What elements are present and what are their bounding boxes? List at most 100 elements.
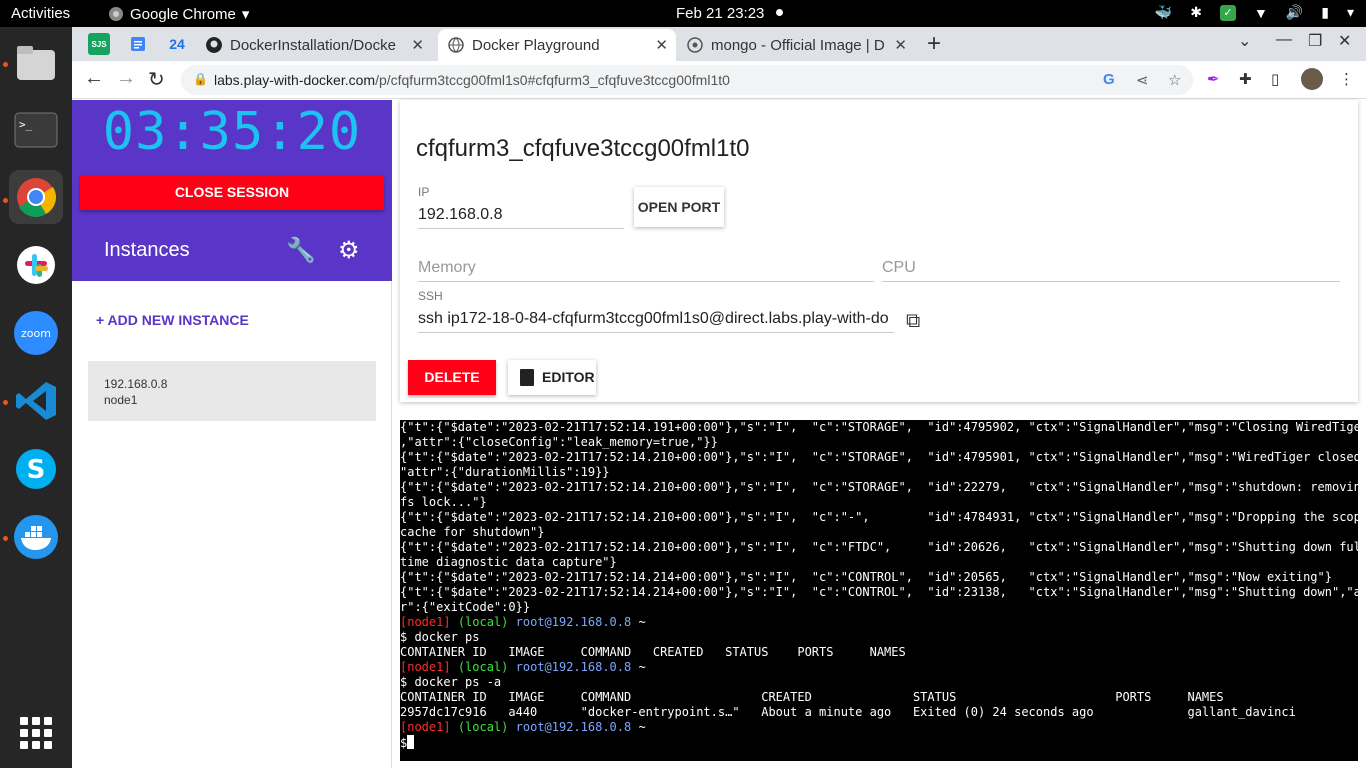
pinned-tab-docs[interactable] [127, 33, 149, 55]
playground-page: 03:35:20 CLOSE SESSION Instances 🔧 ⚙ + A… [72, 100, 1366, 768]
docker-app-icon[interactable] [9, 510, 63, 564]
star-icon[interactable]: ☆ [1168, 71, 1181, 89]
terminal-line: fs lock..."} [400, 495, 487, 509]
terminal-line: {"t":{"$date":"2023-02-21T17:52:14.191+0… [400, 420, 1358, 434]
close-session-button[interactable]: CLOSE SESSION [80, 175, 384, 210]
side-panel-icon[interactable]: ▯ [1271, 70, 1279, 88]
terminal-line: {"t":{"$date":"2023-02-21T17:52:14.210+0… [400, 450, 1358, 464]
address-bar[interactable]: 🔒 labs.play-with-docker.com/p/cfqfurm3tc… [181, 65, 1193, 95]
editor-label: EDITOR [542, 369, 595, 385]
menu-icon[interactable]: ⋮ [1339, 70, 1354, 88]
running-indicator [3, 198, 8, 203]
running-indicator [3, 62, 8, 67]
editor-button[interactable]: EDITOR [508, 360, 596, 395]
instance-ip: 192.168.0.8 [104, 377, 168, 391]
ip-label: IP [418, 185, 430, 199]
ssh-field[interactable]: ssh ip172-18-0-84-cfqfurm3tccg00fml1s0@d… [418, 310, 894, 333]
ssh-label: SSH [418, 289, 443, 303]
terminal-prompt: [node1] (local) root@192.168.0.8 ~ [400, 660, 646, 674]
minimize-icon[interactable]: — [1276, 31, 1292, 49]
close-tab-icon[interactable]: ✕ [655, 36, 668, 54]
vscode-app-icon[interactable] [9, 374, 63, 428]
app-menu[interactable]: Google Chrome ▾ [108, 5, 249, 23]
memory-field: Memory [418, 259, 874, 282]
close-tab-icon[interactable]: ✕ [411, 36, 424, 54]
notification-dot [776, 9, 783, 16]
tab-docker-playground[interactable]: Docker Playground ✕ [438, 29, 676, 61]
chrome-window: SJS 24 DockerInstallation/Docke ✕ Docker… [72, 27, 1366, 768]
feather-extension-icon[interactable]: ✒ [1207, 70, 1220, 88]
terminal-line: "attr":{"durationMillis":19}} [400, 465, 610, 479]
pinned-tab-sjs[interactable]: SJS [88, 33, 110, 55]
terminal-cursor [407, 735, 415, 749]
delete-button[interactable]: DELETE [408, 360, 496, 395]
files-app-icon[interactable] [9, 36, 63, 90]
power-menu-icon[interactable]: ▾ [1347, 4, 1354, 21]
new-tab-icon[interactable]: + [927, 30, 941, 58]
github-icon [206, 37, 222, 53]
zoom-app-icon[interactable]: zoom [9, 306, 63, 360]
terminal-app-icon[interactable]: >_ [9, 103, 63, 157]
instance-title: cfqfurm3_cfqfuve3tccg00fml1t0 [416, 135, 750, 162]
forward-icon[interactable]: → [116, 67, 136, 90]
docker-hub-icon [687, 37, 703, 53]
show-applications-icon[interactable] [20, 717, 52, 749]
activities-button[interactable]: Activities [11, 5, 70, 22]
app-menu-label: Google Chrome [130, 5, 236, 23]
reload-icon[interactable]: ↻ [148, 67, 165, 92]
sidebar: 03:35:20 CLOSE SESSION Instances 🔧 ⚙ + A… [72, 100, 392, 768]
tab-title: Docker Playground [472, 36, 600, 54]
extensions-icon[interactable]: ✚ [1239, 70, 1252, 88]
terminal-line: {"t":{"$date":"2023-02-21T17:52:14.210+0… [400, 540, 1358, 554]
terminal-line: {"t":{"$date":"2023-02-21T17:52:14.214+0… [400, 570, 1332, 584]
chrome-app-icon[interactable] [9, 170, 63, 224]
chrome-small-icon [109, 7, 123, 21]
copy-icon[interactable]: ⧉ [906, 310, 920, 333]
docker-tray-icon[interactable]: 🐳 [1155, 4, 1172, 21]
ip-field[interactable]: 192.168.0.8 [418, 206, 624, 229]
back-icon[interactable]: ← [84, 67, 104, 90]
browser-toolbar: ← → ↻ 🔒 labs.play-with-docker.com/p/cfqf… [72, 61, 1366, 99]
running-indicator [3, 400, 8, 405]
skype-app-icon[interactable]: S [9, 442, 63, 496]
google-icon[interactable]: G [1103, 71, 1115, 88]
caret-down-icon: ▾ [241, 6, 250, 23]
open-port-button[interactable]: OPEN PORT [634, 187, 724, 227]
terminal-prompt: [node1] (local) root@192.168.0.8 ~ [400, 615, 646, 629]
svg-text:>_: >_ [19, 118, 33, 131]
battery-icon[interactable]: ▮ [1321, 4, 1329, 21]
terminal-prompt: [node1] (local) root@192.168.0.8 ~ [400, 720, 646, 734]
wifi-icon[interactable]: ▼ [1254, 5, 1268, 21]
tab-search-icon[interactable]: ⌄ [1238, 31, 1251, 51]
sidebar-header: 03:35:20 CLOSE SESSION Instances 🔧 ⚙ [72, 100, 392, 281]
terminal-command: $ docker ps -a [400, 675, 502, 689]
tab-strip: SJS 24 DockerInstallation/Docke ✕ Docker… [72, 27, 1366, 61]
add-new-instance-button[interactable]: + ADD NEW INSTANCE [96, 312, 249, 328]
close-tab-icon[interactable]: ✕ [894, 36, 907, 54]
volume-icon[interactable]: 🔊 [1286, 4, 1303, 21]
slack-tray-icon[interactable]: ✱ [1190, 4, 1202, 21]
tab-docker-installation[interactable]: DockerInstallation/Docke ✕ [196, 29, 432, 61]
close-window-icon[interactable]: ✕ [1338, 31, 1351, 51]
profile-avatar[interactable] [1301, 68, 1323, 90]
clock[interactable]: Feb 21 23:23 [676, 5, 764, 22]
slack-app-icon[interactable] [9, 238, 63, 292]
svg-text:S: S [27, 455, 46, 485]
tab-title: DockerInstallation/Docke [230, 36, 396, 54]
wrench-icon[interactable]: 🔧 [286, 236, 316, 265]
terminal-line: {"t":{"$date":"2023-02-21T17:52:14.214+0… [400, 585, 1358, 599]
instance-item-node1[interactable]: 192.168.0.8 node1 [88, 361, 376, 421]
pinned-tab-24[interactable]: 24 [166, 33, 188, 55]
running-indicator [3, 536, 8, 541]
terminal-line: {"t":{"$date":"2023-02-21T17:52:14.210+0… [400, 510, 1358, 524]
check-tray-icon[interactable]: ✓ [1219, 4, 1236, 21]
maximize-icon[interactable]: ❐ [1308, 31, 1322, 51]
tab-mongo-image[interactable]: mongo - Official Image | D ✕ [677, 29, 915, 61]
terminal-input-line[interactable]: $ [400, 735, 1358, 750]
gear-icon[interactable]: ⚙ [338, 236, 360, 265]
terminal-line: {"t":{"$date":"2023-02-21T17:52:14.210+0… [400, 480, 1358, 494]
terminal[interactable]: {"t":{"$date":"2023-02-21T17:52:14.191+0… [400, 420, 1358, 761]
share-icon[interactable]: ⋖ [1136, 71, 1149, 89]
system-tray[interactable]: 🐳 ✱ ✓ ▼ 🔊 ▮ ▾ [1155, 4, 1354, 21]
docs-icon [131, 37, 145, 51]
